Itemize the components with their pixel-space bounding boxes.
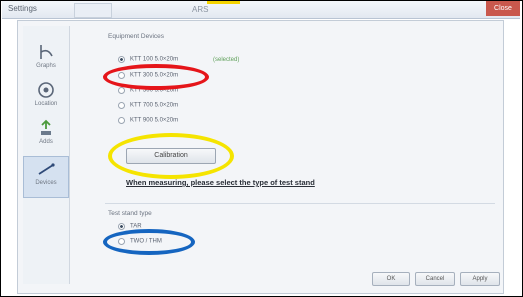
sidebar-item-graphs[interactable]: Graphs [23,40,69,80]
title-tab[interactable] [74,3,112,18]
device-option[interactable]: KTT 900 5.0×20m [118,117,178,127]
arrow-stack-icon [41,119,51,135]
settings-window [17,20,504,294]
stand-option[interactable]: TAR [118,223,142,233]
radio-button[interactable] [118,56,125,63]
sidebar-item-adds[interactable]: Adds [23,116,69,156]
title-highlight [207,1,240,4]
gauge-icon [38,82,54,98]
selected-note: (selected) [213,57,240,63]
device-option[interactable]: KTT 500 5.0×20m [118,87,178,97]
cancel-button[interactable]: Cancel [415,272,455,286]
device-line-icon [38,163,55,175]
sidebar: Graphs Location Adds Devices [23,26,70,284]
pen-curve-icon [40,45,53,59]
sidebar-item-label: Adds [39,139,53,145]
device-option[interactable]: KTT 700 5.0×20m [118,102,178,112]
sidebar-item-label: Graphs [36,63,56,69]
section-divider [105,203,495,204]
sidebar-item-devices[interactable]: Devices [23,156,69,198]
radio-button[interactable] [118,72,125,79]
stand-group-title: Test stand type [108,210,152,217]
title-bar: Settings ARS Close [2,1,520,19]
radio-button[interactable] [118,238,125,245]
calibration-button[interactable]: Calibration [126,148,216,164]
device-option[interactable]: KTT 100 5.0×20m [118,56,178,66]
device-group-title: Equipment Devices [108,33,164,40]
sidebar-item-label: Devices [35,180,57,186]
radio-button[interactable] [118,87,125,94]
stand-option[interactable]: TWO / THM [118,238,162,248]
device-option[interactable]: KTT 300 5.0×20m [118,72,178,82]
radio-button[interactable] [118,223,125,230]
close-button[interactable]: Close [486,1,520,16]
apply-button[interactable]: Apply [460,272,500,286]
sidebar-item-label: Location [34,101,58,107]
radio-button[interactable] [118,102,125,109]
ok-button[interactable]: OK [372,272,410,286]
sidebar-item-location[interactable]: Location [23,78,69,118]
stand-type-hint: When measuring, please select the type o… [126,178,315,187]
window-title: Settings [8,4,37,13]
radio-button[interactable] [118,117,125,124]
title-mid-label: ARS [192,5,209,14]
